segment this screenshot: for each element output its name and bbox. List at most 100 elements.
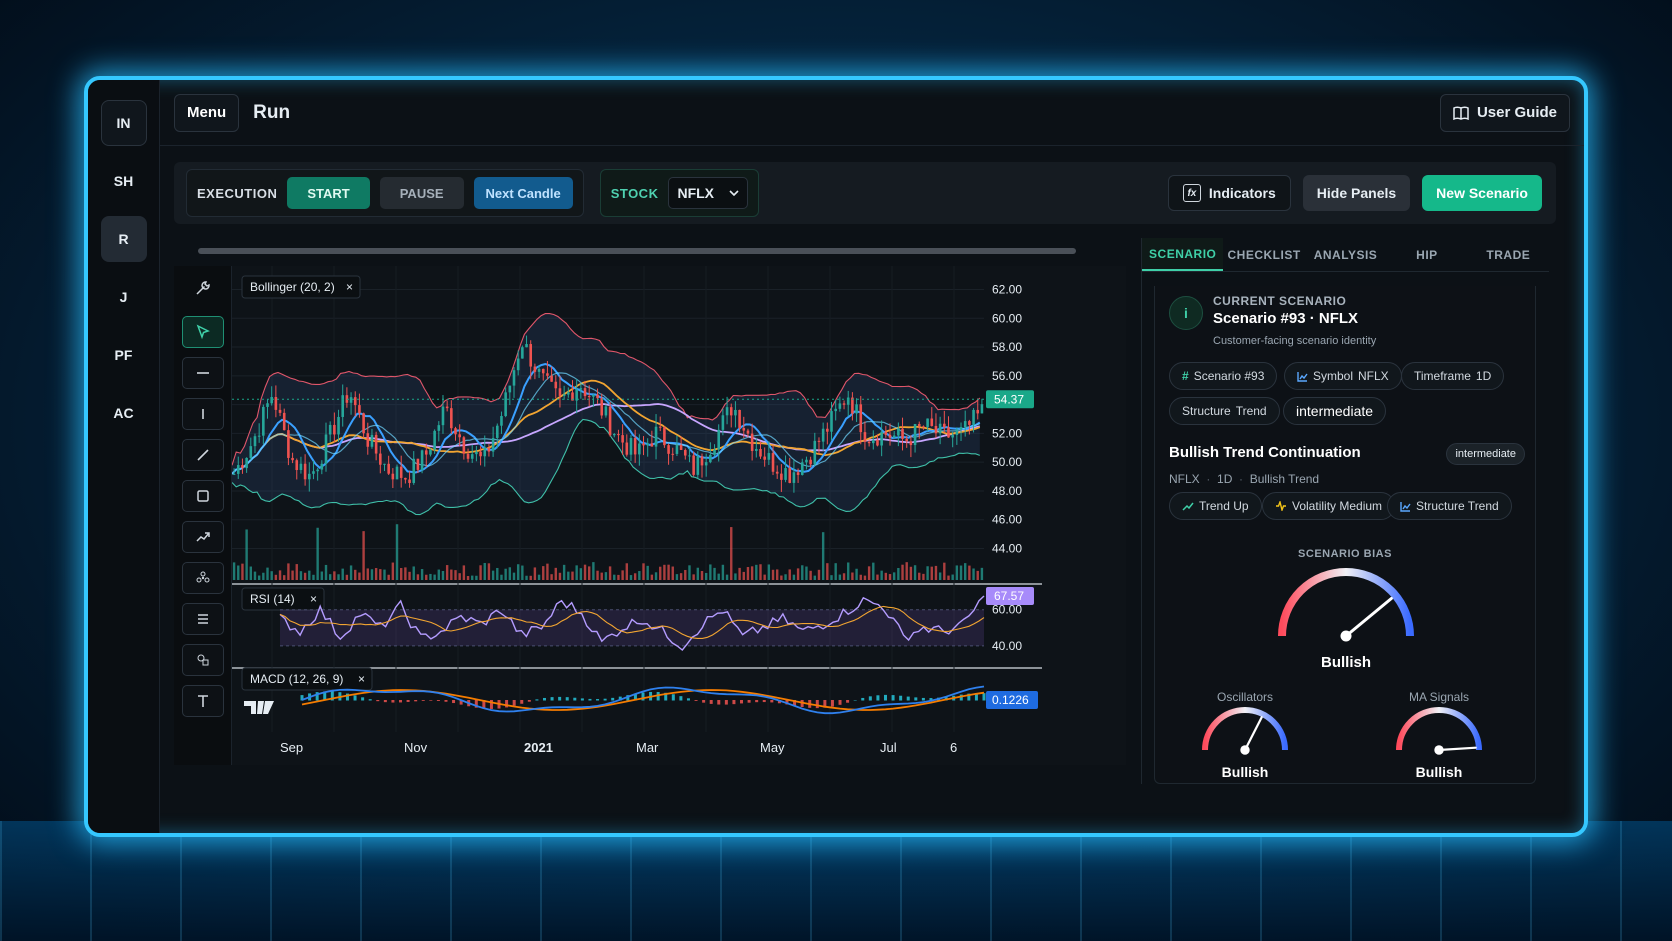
tab-trade[interactable]: TRADE: [1468, 238, 1549, 271]
volume-bar: [328, 574, 332, 580]
rectangle-tool-button[interactable]: [182, 480, 224, 512]
pause-button[interactable]: PAUSE: [379, 177, 464, 209]
candle-body: [333, 424, 336, 435]
volume-bar: [299, 571, 303, 580]
rsi-band: [280, 609, 984, 646]
volume-bar: [253, 571, 257, 580]
main-panel: Menu Run User Guide EXECUTION START PAUS…: [160, 80, 1584, 833]
x-tick-label: Mar: [636, 740, 659, 755]
volume-bar: [387, 574, 390, 580]
macd-histogram-bar: [876, 695, 880, 701]
candle-body: [742, 427, 746, 431]
candle-body: [863, 432, 867, 442]
indicators-button[interactable]: fx Indicators: [1167, 175, 1291, 211]
volume-bar: [696, 567, 700, 580]
volume-bar: [976, 570, 979, 580]
rail-item-j[interactable]: J: [101, 274, 147, 320]
rail-item-pf[interactable]: PF: [101, 332, 147, 378]
rail-item-r[interactable]: R: [100, 216, 147, 262]
volume-bar: [855, 568, 858, 580]
chart-scrollbar[interactable]: [198, 248, 1076, 254]
volume-bar: [291, 570, 294, 580]
volume-bar: [241, 563, 244, 580]
next-candle-button[interactable]: Next Candle: [473, 177, 573, 209]
candle-body: [245, 457, 248, 469]
horizontal-line-tool-button[interactable]: [182, 357, 224, 389]
macd-histogram-bar: [830, 700, 834, 707]
trendline-tool-button[interactable]: [182, 439, 224, 471]
candle-body: [429, 449, 432, 455]
new-scenario-button[interactable]: New Scenario: [1422, 175, 1542, 211]
pattern-tool-button[interactable]: [182, 562, 224, 594]
app-window: IN SH R J PF AC Menu Run User Guide EXEC…: [84, 76, 1588, 837]
candle-body: [249, 446, 253, 458]
macd-histogram-bar: [868, 696, 872, 701]
rail-item-in[interactable]: IN: [100, 100, 147, 146]
candle-body: [274, 397, 278, 410]
wrench-tool-button[interactable]: [182, 272, 224, 304]
square-icon: [197, 490, 209, 502]
price-tick-label: 44.00: [992, 541, 1022, 555]
volume-bar: [571, 571, 574, 580]
volume-bar: [542, 566, 545, 580]
function-icon: fx: [1182, 184, 1201, 202]
trend-tool-button[interactable]: [182, 521, 224, 553]
fib-tool-button[interactable]: [182, 603, 224, 635]
tab-hip[interactable]: HIP: [1386, 238, 1467, 271]
macd-histogram-bar: [406, 700, 410, 702]
rsi-tick-label: 40.00: [992, 639, 1022, 653]
candle-body: [717, 429, 721, 450]
x-tick-label: May: [760, 740, 785, 755]
macd-histogram-bar: [414, 700, 418, 702]
gauge-needle: [1243, 716, 1263, 752]
candle-body: [454, 428, 457, 435]
tab-checklist[interactable]: CHECKLIST: [1223, 238, 1304, 271]
volume-bar: [788, 569, 791, 580]
tab-analysis[interactable]: ANALYSIS: [1305, 238, 1386, 271]
candle-body: [926, 418, 929, 427]
hide-panels-button[interactable]: Hide Panels: [1302, 175, 1411, 211]
candle-body: [341, 395, 345, 417]
price-tick-label: 62.00: [992, 283, 1022, 297]
rail-item-sh[interactable]: SH: [101, 158, 147, 204]
meta-timeframe: 1D: [1217, 472, 1233, 486]
menu-button[interactable]: Menu: [174, 93, 240, 132]
volume-bar: [303, 572, 307, 580]
candle-body: [897, 428, 900, 436]
rail-item-ac[interactable]: AC: [101, 390, 147, 436]
candle-body: [629, 438, 633, 455]
candle-body: [633, 438, 637, 455]
user-guide-button[interactable]: User Guide: [1439, 93, 1570, 132]
volume-bar: [913, 565, 917, 580]
volume-bar: [475, 575, 478, 580]
candle-body: [892, 435, 896, 438]
volume-bar: [391, 562, 395, 580]
candle-body: [788, 468, 792, 483]
volume-bar: [730, 527, 733, 580]
nodes-icon: [196, 571, 210, 583]
volume-bar: [562, 564, 566, 580]
stock-select[interactable]: NFLX: [668, 177, 749, 209]
chart-icon: [1400, 501, 1411, 512]
volume-bar: [721, 564, 725, 580]
volume-bar: [867, 566, 871, 580]
cursor-tool-button[interactable]: [182, 316, 224, 348]
volume-bar: [471, 575, 474, 580]
shapes-tool-button[interactable]: [182, 644, 224, 676]
volume-bar: [692, 574, 695, 580]
candle-body: [830, 411, 833, 432]
volume-bar: [466, 575, 470, 580]
tab-scenario[interactable]: SCENARIO: [1142, 238, 1224, 271]
price-chart[interactable]: 62.00 60.00 58.00 56.00 54.37 52.00 50.00 48.00…: [232, 266, 1126, 765]
candle-body: [851, 397, 854, 414]
page-title: Run: [253, 101, 291, 123]
start-button[interactable]: START: [287, 177, 370, 209]
volume-bar: [834, 563, 837, 580]
volume-bar: [667, 564, 670, 580]
vertical-line-tool-button[interactable]: [182, 398, 224, 430]
candle-body: [738, 409, 741, 428]
x-tick-label: Jul: [880, 740, 897, 755]
scenario-subtitle: Customer-facing scenario identity: [1213, 335, 1377, 347]
text-tool-button[interactable]: [182, 685, 224, 717]
gauge-arc: [1396, 707, 1482, 751]
